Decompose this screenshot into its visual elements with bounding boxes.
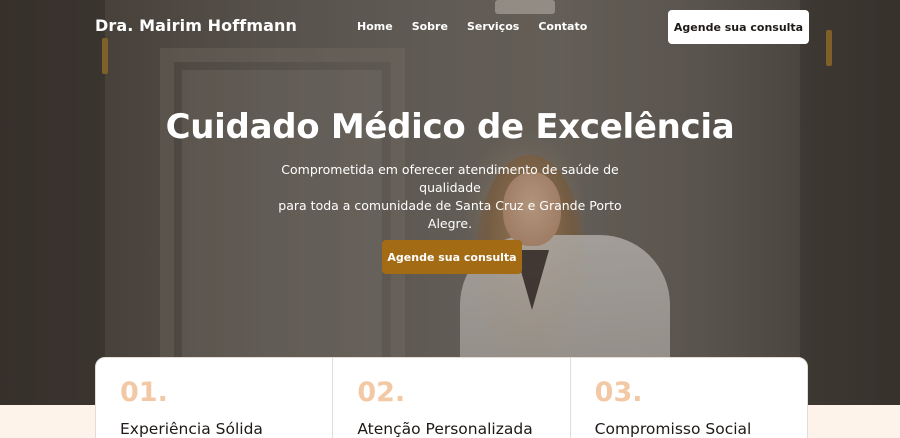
nav-link-sobre[interactable]: Sobre (412, 20, 448, 33)
brand-name[interactable]: Dra. Mairim Hoffmann (95, 16, 297, 35)
hero-schedule-button[interactable]: Agende sua consulta (382, 240, 522, 274)
feature-title: Atenção Personalizada (357, 420, 533, 438)
feature-item: 03. Compromisso Social (571, 358, 807, 438)
features-card: 01. Experiência Sólida 02. Atenção Perso… (95, 357, 808, 438)
nav-link-home[interactable]: Home (357, 20, 393, 33)
feature-title: Compromisso Social (594, 420, 752, 438)
nav-links: Home Sobre Serviços Contato (357, 20, 587, 33)
feature-title: Experiência Sólida (120, 420, 263, 438)
hero-subtitle-line: Comprometida em oferecer atendimento de … (281, 162, 619, 195)
feature-number: 01. (120, 377, 168, 408)
nav-schedule-button[interactable]: Agende sua consulta (668, 10, 809, 44)
feature-number: 03. (594, 377, 643, 408)
navbar: Dra. Mairim Hoffmann Home Sobre Serviços… (0, 0, 900, 56)
feature-item: 02. Atenção Personalizada (333, 358, 571, 438)
nav-link-contato[interactable]: Contato (538, 20, 587, 33)
feature-number: 02. (357, 377, 406, 408)
nav-link-servicos[interactable]: Serviços (467, 20, 519, 33)
hero-section: Cuidado Médico de Excelência Comprometid… (0, 0, 900, 405)
hero-title: Cuidado Médico de Excelência (165, 107, 735, 147)
hero-subtitle: Comprometida em oferecer atendimento de … (260, 161, 640, 233)
feature-item: 01. Experiência Sólida (96, 358, 334, 438)
hero-subtitle-line: para toda a comunidade de Santa Cruz e G… (278, 198, 622, 231)
